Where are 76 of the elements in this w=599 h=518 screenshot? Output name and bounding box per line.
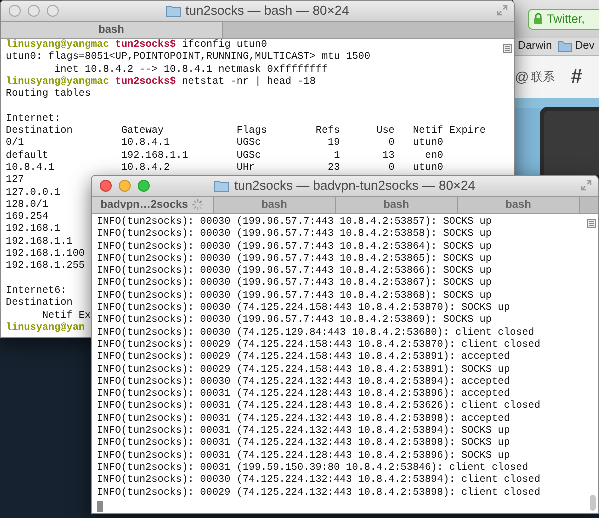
prompt-user: linusyang@yangmac: [6, 40, 110, 52]
split-pane-icon[interactable]: [503, 44, 512, 53]
terminal-line: Routing tables: [6, 89, 92, 102]
split-pane-icon[interactable]: [587, 219, 596, 228]
zoom-button[interactable]: [138, 180, 150, 192]
terminal-tab[interactable]: bash: [336, 197, 458, 213]
terminal-line: INFO(tun2socks): 00030 (199.96.57.7:443 10.8.4.2:53865): SOCKS up: [97, 254, 492, 266]
terminal-line: inet 10.8.4.2 --> 10.8.4.1 netmask 0xffffffff: [54, 64, 328, 76]
terminal-line: INFO(tun2socks): 00030 (199.96.57.7:443 10.8.4.2:53868): SOCKS up: [97, 290, 492, 302]
terminal-line: 192.168.1.1: [6, 236, 73, 249]
terminal-line: INFO(tun2socks): 00030 (199.96.57.7:443 10.8.4.2:53857): SOCKS up: [97, 217, 492, 228]
minimize-button[interactable]: [119, 180, 131, 192]
prompt-path: tun2socks$: [114, 76, 176, 90]
terminal-line: 169.254: [6, 212, 49, 224]
terminal-line: INFO(tun2socks): 00031 (74.125.224.128:443 10.8.4.2:53626): client closed: [97, 401, 541, 414]
terminal-tab[interactable]: bash: [1, 22, 223, 38]
terminal-tab[interactable]: bash: [214, 197, 336, 213]
terminal-line: INFO(tun2socks): 00030 (199.96.57.7:443 10.8.4.2:53869): SOCKS up: [97, 315, 492, 328]
terminal-tab[interactable]: bash: [458, 197, 580, 213]
terminal-line: default 192.168.1.1 UGSc 1 13 en0: [6, 150, 444, 163]
terminal-line: INFO(tun2socks): 00029 (74.125.224.158:443 10.8.4.2:53870): client closed: [97, 340, 541, 352]
address-bar[interactable]: Twitter,: [528, 8, 599, 30]
terminal-line: INFO(tun2socks): 00029 (74.125.224.158:443 10.8.4.2:53891): SOCKS up: [97, 364, 510, 376]
terminal-line: Destination Gateway Flags Refs Use Netif Expire: [6, 126, 486, 138]
terminal-line: INFO(tun2socks): 00030 (74.125.129.84:443 10.8.4.2:53680): client closed: [97, 328, 534, 340]
terminal-line: INFO(tun2socks): 00030 (74.125.224.158:443 10.8.4.2:53870): SOCKS up: [97, 303, 510, 314]
command-text: netstat -nr | head -18: [181, 76, 316, 90]
terminal-line: INFO(tun2socks): 00030 (199.96.57.7:443 10.8.4.2:53858): SOCKS up: [97, 229, 492, 242]
terminal-line: INFO(tun2socks): 00030 (74.125.224.132:443 10.8.4.2:53894): accepted: [97, 376, 510, 388]
terminal-line: INFO(tun2socks): 00031 (74.125.224.128:443 10.8.4.2:53896): accepted: [97, 389, 510, 400]
terminal-line: INFO(tun2socks): 00031 (199.59.150.39:80 10.8.4.2:53846): client closed: [97, 462, 528, 474]
terminal-line: 192.168.1.255: [6, 261, 85, 274]
terminal-line: Netif Ex: [41, 310, 92, 322]
window-title: tun2socks — bash — 80×24: [186, 2, 350, 20]
terminal-line: INFO(tun2socks): 00030 (74.125.224.132:443 10.8.4.2:53894): client closed: [97, 475, 541, 488]
terminal-line: INFO(tun2socks): 00030 (199.96.57.7:443 10.8.4.2:53867): SOCKS up: [97, 278, 492, 290]
folder-icon: [166, 5, 181, 17]
prompt-path: tun2socks$: [114, 40, 176, 52]
scrollbar-thumb[interactable]: [590, 495, 596, 511]
terminal-tab[interactable]: badvpn…2socks: [92, 197, 214, 213]
terminal-line: 127.0.0.1: [6, 188, 61, 200]
terminal-line: INFO(tun2socks): 00030 (199.96.57.7:443 10.8.4.2:53864): SOCKS up: [97, 242, 492, 254]
terminal-line: INFO(tun2socks): 00029 (74.125.224.132:443 10.8.4.2:53898): client closed: [97, 488, 541, 500]
bookmark[interactable]: Dev: [558, 38, 595, 55]
terminal-line: INFO(tun2socks): 00030 (199.96.57.7:443 10.8.4.2:53866): SOCKS up: [97, 266, 492, 278]
terminal-line: utun0: flags=8051<UP,POINTOPOINT,RUNNING,MULTICAST> mtu 1500: [6, 52, 371, 64]
bookmark[interactable]: Darwin: [518, 38, 552, 55]
nav-link[interactable]: #: [571, 62, 582, 92]
fullscreen-icon[interactable]: [497, 5, 508, 16]
terminal-line: 10.8.4.1 10.8.4.2 UHr 23 0 utun0: [6, 162, 444, 175]
terminal-line: INFO(tun2socks): 00031 (74.125.224.128:443 10.8.4.2:53896): SOCKS up: [97, 450, 510, 462]
window-title: tun2socks — badvpn-tun2socks — 80×24: [234, 177, 476, 196]
folder-icon: [214, 180, 230, 192]
folder-icon: [558, 41, 572, 52]
terminal-line: INFO(tun2socks): 00031 (74.125.224.132:443 10.8.4.2:53898): SOCKS up: [97, 438, 510, 450]
fullscreen-icon[interactable]: [581, 180, 592, 191]
terminal-line: Internet:: [6, 114, 61, 126]
nav-link[interactable]: @联系: [515, 66, 556, 88]
terminal-line: 192.168.1: [6, 224, 61, 237]
terminal-line: Destination: [6, 298, 73, 310]
terminal-line: Internet6:: [6, 286, 67, 298]
lock-icon: [534, 13, 543, 25]
close-button[interactable]: [9, 5, 21, 17]
close-button[interactable]: [100, 180, 112, 192]
prompt-user: linusyang@yan: [6, 322, 85, 336]
terminal-line: 192.168.1.100: [6, 249, 85, 261]
terminal-line: 0/1 10.8.4.1 UGSc 19 0 utun0: [6, 138, 444, 150]
terminal-line: INFO(tun2socks): 00031 (74.125.224.132:443 10.8.4.2:53898): accepted: [97, 414, 510, 426]
terminal-line: INFO(tun2socks): 00029 (74.125.224.158:443 10.8.4.2:53891): accepted: [97, 352, 510, 364]
minimize-button[interactable]: [28, 5, 40, 17]
terminal-line: 127: [6, 175, 24, 188]
terminal-line: INFO(tun2socks): 00031 (74.125.224.132:443 10.8.4.2:53894): SOCKS up: [97, 426, 510, 438]
terminal-line: 128.0/1: [6, 200, 49, 212]
command-text: ifconfig utun0: [181, 40, 268, 52]
zoom-button[interactable]: [47, 5, 59, 17]
prompt-user: linusyang@yangmac: [6, 76, 110, 88]
